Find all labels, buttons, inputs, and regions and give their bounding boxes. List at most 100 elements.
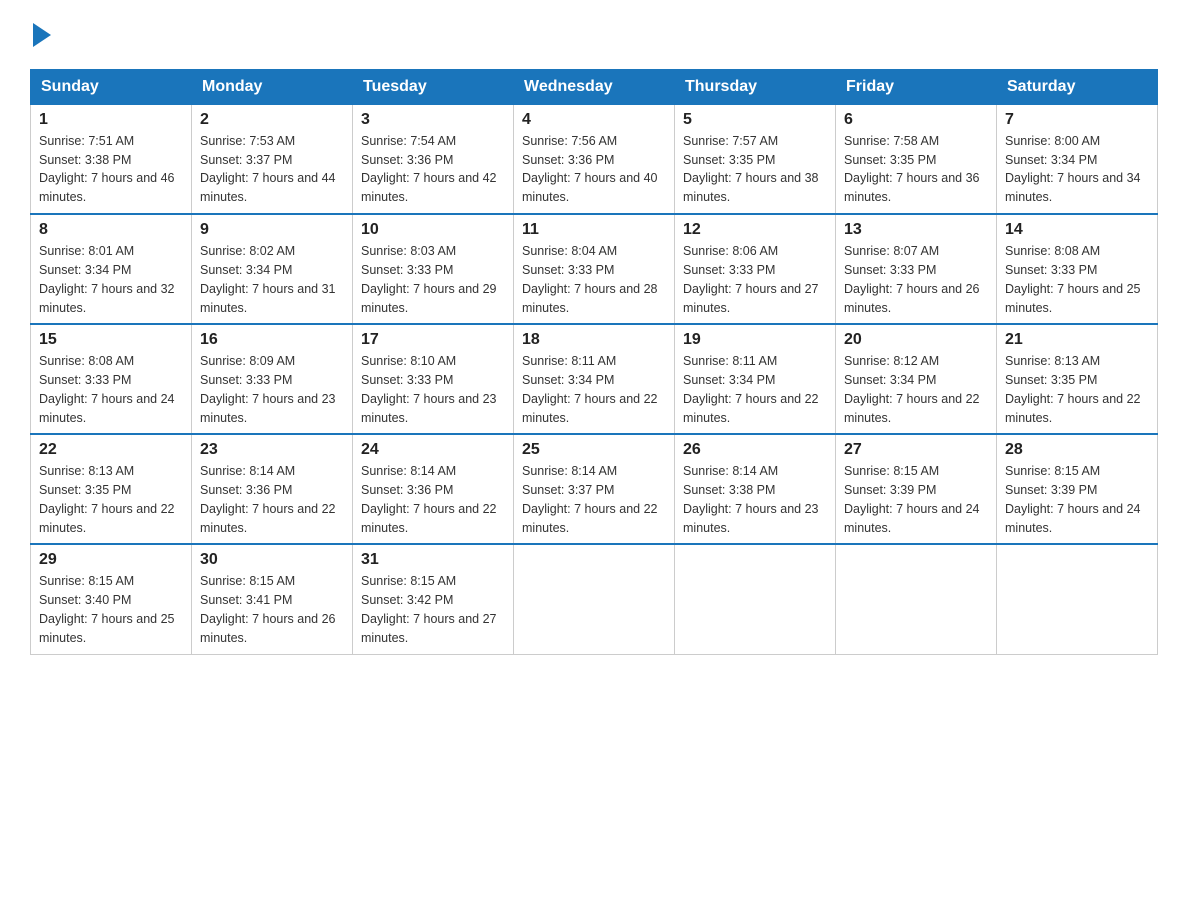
day-info: Sunrise: 8:14 AMSunset: 3:36 PMDaylight:… bbox=[200, 464, 336, 534]
calendar-day-cell bbox=[836, 544, 997, 654]
day-number: 13 bbox=[844, 221, 988, 239]
day-info: Sunrise: 8:01 AMSunset: 3:34 PMDaylight:… bbox=[39, 244, 175, 314]
calendar-day-cell: 8 Sunrise: 8:01 AMSunset: 3:34 PMDayligh… bbox=[31, 214, 192, 324]
calendar-day-cell bbox=[997, 544, 1158, 654]
day-number: 22 bbox=[39, 441, 183, 459]
calendar-day-cell: 29 Sunrise: 8:15 AMSunset: 3:40 PMDaylig… bbox=[31, 544, 192, 654]
day-info: Sunrise: 8:07 AMSunset: 3:33 PMDaylight:… bbox=[844, 244, 980, 314]
calendar-day-cell: 16 Sunrise: 8:09 AMSunset: 3:33 PMDaylig… bbox=[192, 324, 353, 434]
day-info: Sunrise: 8:14 AMSunset: 3:37 PMDaylight:… bbox=[522, 464, 658, 534]
calendar-week-row: 22 Sunrise: 8:13 AMSunset: 3:35 PMDaylig… bbox=[31, 434, 1158, 544]
calendar-week-row: 1 Sunrise: 7:51 AMSunset: 3:38 PMDayligh… bbox=[31, 104, 1158, 214]
calendar-day-cell: 20 Sunrise: 8:12 AMSunset: 3:34 PMDaylig… bbox=[836, 324, 997, 434]
day-number: 27 bbox=[844, 441, 988, 459]
calendar-day-cell: 11 Sunrise: 8:04 AMSunset: 3:33 PMDaylig… bbox=[514, 214, 675, 324]
calendar-day-cell: 13 Sunrise: 8:07 AMSunset: 3:33 PMDaylig… bbox=[836, 214, 997, 324]
calendar-week-row: 8 Sunrise: 8:01 AMSunset: 3:34 PMDayligh… bbox=[31, 214, 1158, 324]
day-info: Sunrise: 8:14 AMSunset: 3:36 PMDaylight:… bbox=[361, 464, 497, 534]
day-number: 10 bbox=[361, 221, 505, 239]
calendar-day-cell: 15 Sunrise: 8:08 AMSunset: 3:33 PMDaylig… bbox=[31, 324, 192, 434]
calendar-day-cell: 6 Sunrise: 7:58 AMSunset: 3:35 PMDayligh… bbox=[836, 104, 997, 214]
calendar-day-cell: 23 Sunrise: 8:14 AMSunset: 3:36 PMDaylig… bbox=[192, 434, 353, 544]
day-info: Sunrise: 8:08 AMSunset: 3:33 PMDaylight:… bbox=[39, 354, 175, 424]
calendar-day-cell: 17 Sunrise: 8:10 AMSunset: 3:33 PMDaylig… bbox=[353, 324, 514, 434]
calendar-header: SundayMondayTuesdayWednesdayThursdayFrid… bbox=[31, 69, 1158, 104]
day-number: 16 bbox=[200, 331, 344, 349]
calendar-week-row: 15 Sunrise: 8:08 AMSunset: 3:33 PMDaylig… bbox=[31, 324, 1158, 434]
day-number: 1 bbox=[39, 111, 183, 129]
day-info: Sunrise: 7:58 AMSunset: 3:35 PMDaylight:… bbox=[844, 134, 980, 204]
weekday-header-wednesday: Wednesday bbox=[514, 69, 675, 104]
day-info: Sunrise: 8:08 AMSunset: 3:33 PMDaylight:… bbox=[1005, 244, 1141, 314]
day-info: Sunrise: 7:56 AMSunset: 3:36 PMDaylight:… bbox=[522, 134, 658, 204]
day-number: 19 bbox=[683, 331, 827, 349]
day-info: Sunrise: 8:13 AMSunset: 3:35 PMDaylight:… bbox=[39, 464, 175, 534]
weekday-header-sunday: Sunday bbox=[31, 69, 192, 104]
calendar-day-cell bbox=[514, 544, 675, 654]
page-header bbox=[30, 20, 1158, 51]
day-info: Sunrise: 8:00 AMSunset: 3:34 PMDaylight:… bbox=[1005, 134, 1141, 204]
day-info: Sunrise: 8:04 AMSunset: 3:33 PMDaylight:… bbox=[522, 244, 658, 314]
calendar-day-cell: 14 Sunrise: 8:08 AMSunset: 3:33 PMDaylig… bbox=[997, 214, 1158, 324]
day-number: 30 bbox=[200, 551, 344, 569]
calendar-day-cell: 27 Sunrise: 8:15 AMSunset: 3:39 PMDaylig… bbox=[836, 434, 997, 544]
calendar-day-cell: 9 Sunrise: 8:02 AMSunset: 3:34 PMDayligh… bbox=[192, 214, 353, 324]
day-info: Sunrise: 7:57 AMSunset: 3:35 PMDaylight:… bbox=[683, 134, 819, 204]
day-number: 6 bbox=[844, 111, 988, 129]
day-info: Sunrise: 8:09 AMSunset: 3:33 PMDaylight:… bbox=[200, 354, 336, 424]
day-info: Sunrise: 8:11 AMSunset: 3:34 PMDaylight:… bbox=[683, 354, 819, 424]
day-number: 23 bbox=[200, 441, 344, 459]
calendar-body: 1 Sunrise: 7:51 AMSunset: 3:38 PMDayligh… bbox=[31, 104, 1158, 654]
day-info: Sunrise: 8:06 AMSunset: 3:33 PMDaylight:… bbox=[683, 244, 819, 314]
day-info: Sunrise: 8:12 AMSunset: 3:34 PMDaylight:… bbox=[844, 354, 980, 424]
day-info: Sunrise: 8:02 AMSunset: 3:34 PMDaylight:… bbox=[200, 244, 336, 314]
day-info: Sunrise: 8:03 AMSunset: 3:33 PMDaylight:… bbox=[361, 244, 497, 314]
calendar-day-cell: 19 Sunrise: 8:11 AMSunset: 3:34 PMDaylig… bbox=[675, 324, 836, 434]
calendar-day-cell: 22 Sunrise: 8:13 AMSunset: 3:35 PMDaylig… bbox=[31, 434, 192, 544]
day-number: 14 bbox=[1005, 221, 1149, 239]
day-number: 5 bbox=[683, 111, 827, 129]
day-info: Sunrise: 7:53 AMSunset: 3:37 PMDaylight:… bbox=[200, 134, 336, 204]
logo-blue-text bbox=[30, 20, 51, 51]
day-number: 28 bbox=[1005, 441, 1149, 459]
day-info: Sunrise: 8:13 AMSunset: 3:35 PMDaylight:… bbox=[1005, 354, 1141, 424]
day-number: 25 bbox=[522, 441, 666, 459]
calendar-week-row: 29 Sunrise: 8:15 AMSunset: 3:40 PMDaylig… bbox=[31, 544, 1158, 654]
day-info: Sunrise: 7:54 AMSunset: 3:36 PMDaylight:… bbox=[361, 134, 497, 204]
day-number: 8 bbox=[39, 221, 183, 239]
calendar-day-cell: 5 Sunrise: 7:57 AMSunset: 3:35 PMDayligh… bbox=[675, 104, 836, 214]
calendar-day-cell: 3 Sunrise: 7:54 AMSunset: 3:36 PMDayligh… bbox=[353, 104, 514, 214]
weekday-header-saturday: Saturday bbox=[997, 69, 1158, 104]
weekday-header-thursday: Thursday bbox=[675, 69, 836, 104]
calendar-day-cell: 21 Sunrise: 8:13 AMSunset: 3:35 PMDaylig… bbox=[997, 324, 1158, 434]
calendar-day-cell: 24 Sunrise: 8:14 AMSunset: 3:36 PMDaylig… bbox=[353, 434, 514, 544]
calendar-day-cell: 18 Sunrise: 8:11 AMSunset: 3:34 PMDaylig… bbox=[514, 324, 675, 434]
calendar-day-cell: 12 Sunrise: 8:06 AMSunset: 3:33 PMDaylig… bbox=[675, 214, 836, 324]
calendar-day-cell: 25 Sunrise: 8:14 AMSunset: 3:37 PMDaylig… bbox=[514, 434, 675, 544]
day-info: Sunrise: 8:15 AMSunset: 3:41 PMDaylight:… bbox=[200, 574, 336, 644]
day-number: 29 bbox=[39, 551, 183, 569]
day-number: 2 bbox=[200, 111, 344, 129]
calendar-day-cell: 31 Sunrise: 8:15 AMSunset: 3:42 PMDaylig… bbox=[353, 544, 514, 654]
day-number: 21 bbox=[1005, 331, 1149, 349]
day-number: 17 bbox=[361, 331, 505, 349]
calendar-day-cell: 4 Sunrise: 7:56 AMSunset: 3:36 PMDayligh… bbox=[514, 104, 675, 214]
day-number: 26 bbox=[683, 441, 827, 459]
day-number: 7 bbox=[1005, 111, 1149, 129]
day-number: 9 bbox=[200, 221, 344, 239]
day-number: 12 bbox=[683, 221, 827, 239]
day-number: 31 bbox=[361, 551, 505, 569]
day-number: 18 bbox=[522, 331, 666, 349]
day-number: 24 bbox=[361, 441, 505, 459]
weekday-header-friday: Friday bbox=[836, 69, 997, 104]
day-info: Sunrise: 8:14 AMSunset: 3:38 PMDaylight:… bbox=[683, 464, 819, 534]
day-info: Sunrise: 8:15 AMSunset: 3:39 PMDaylight:… bbox=[1005, 464, 1141, 534]
calendar-day-cell: 28 Sunrise: 8:15 AMSunset: 3:39 PMDaylig… bbox=[997, 434, 1158, 544]
logo-arrow-icon bbox=[33, 23, 51, 47]
weekday-header-tuesday: Tuesday bbox=[353, 69, 514, 104]
calendar-day-cell: 2 Sunrise: 7:53 AMSunset: 3:37 PMDayligh… bbox=[192, 104, 353, 214]
day-info: Sunrise: 8:10 AMSunset: 3:33 PMDaylight:… bbox=[361, 354, 497, 424]
calendar-day-cell: 10 Sunrise: 8:03 AMSunset: 3:33 PMDaylig… bbox=[353, 214, 514, 324]
logo bbox=[30, 20, 51, 51]
calendar-day-cell: 26 Sunrise: 8:14 AMSunset: 3:38 PMDaylig… bbox=[675, 434, 836, 544]
